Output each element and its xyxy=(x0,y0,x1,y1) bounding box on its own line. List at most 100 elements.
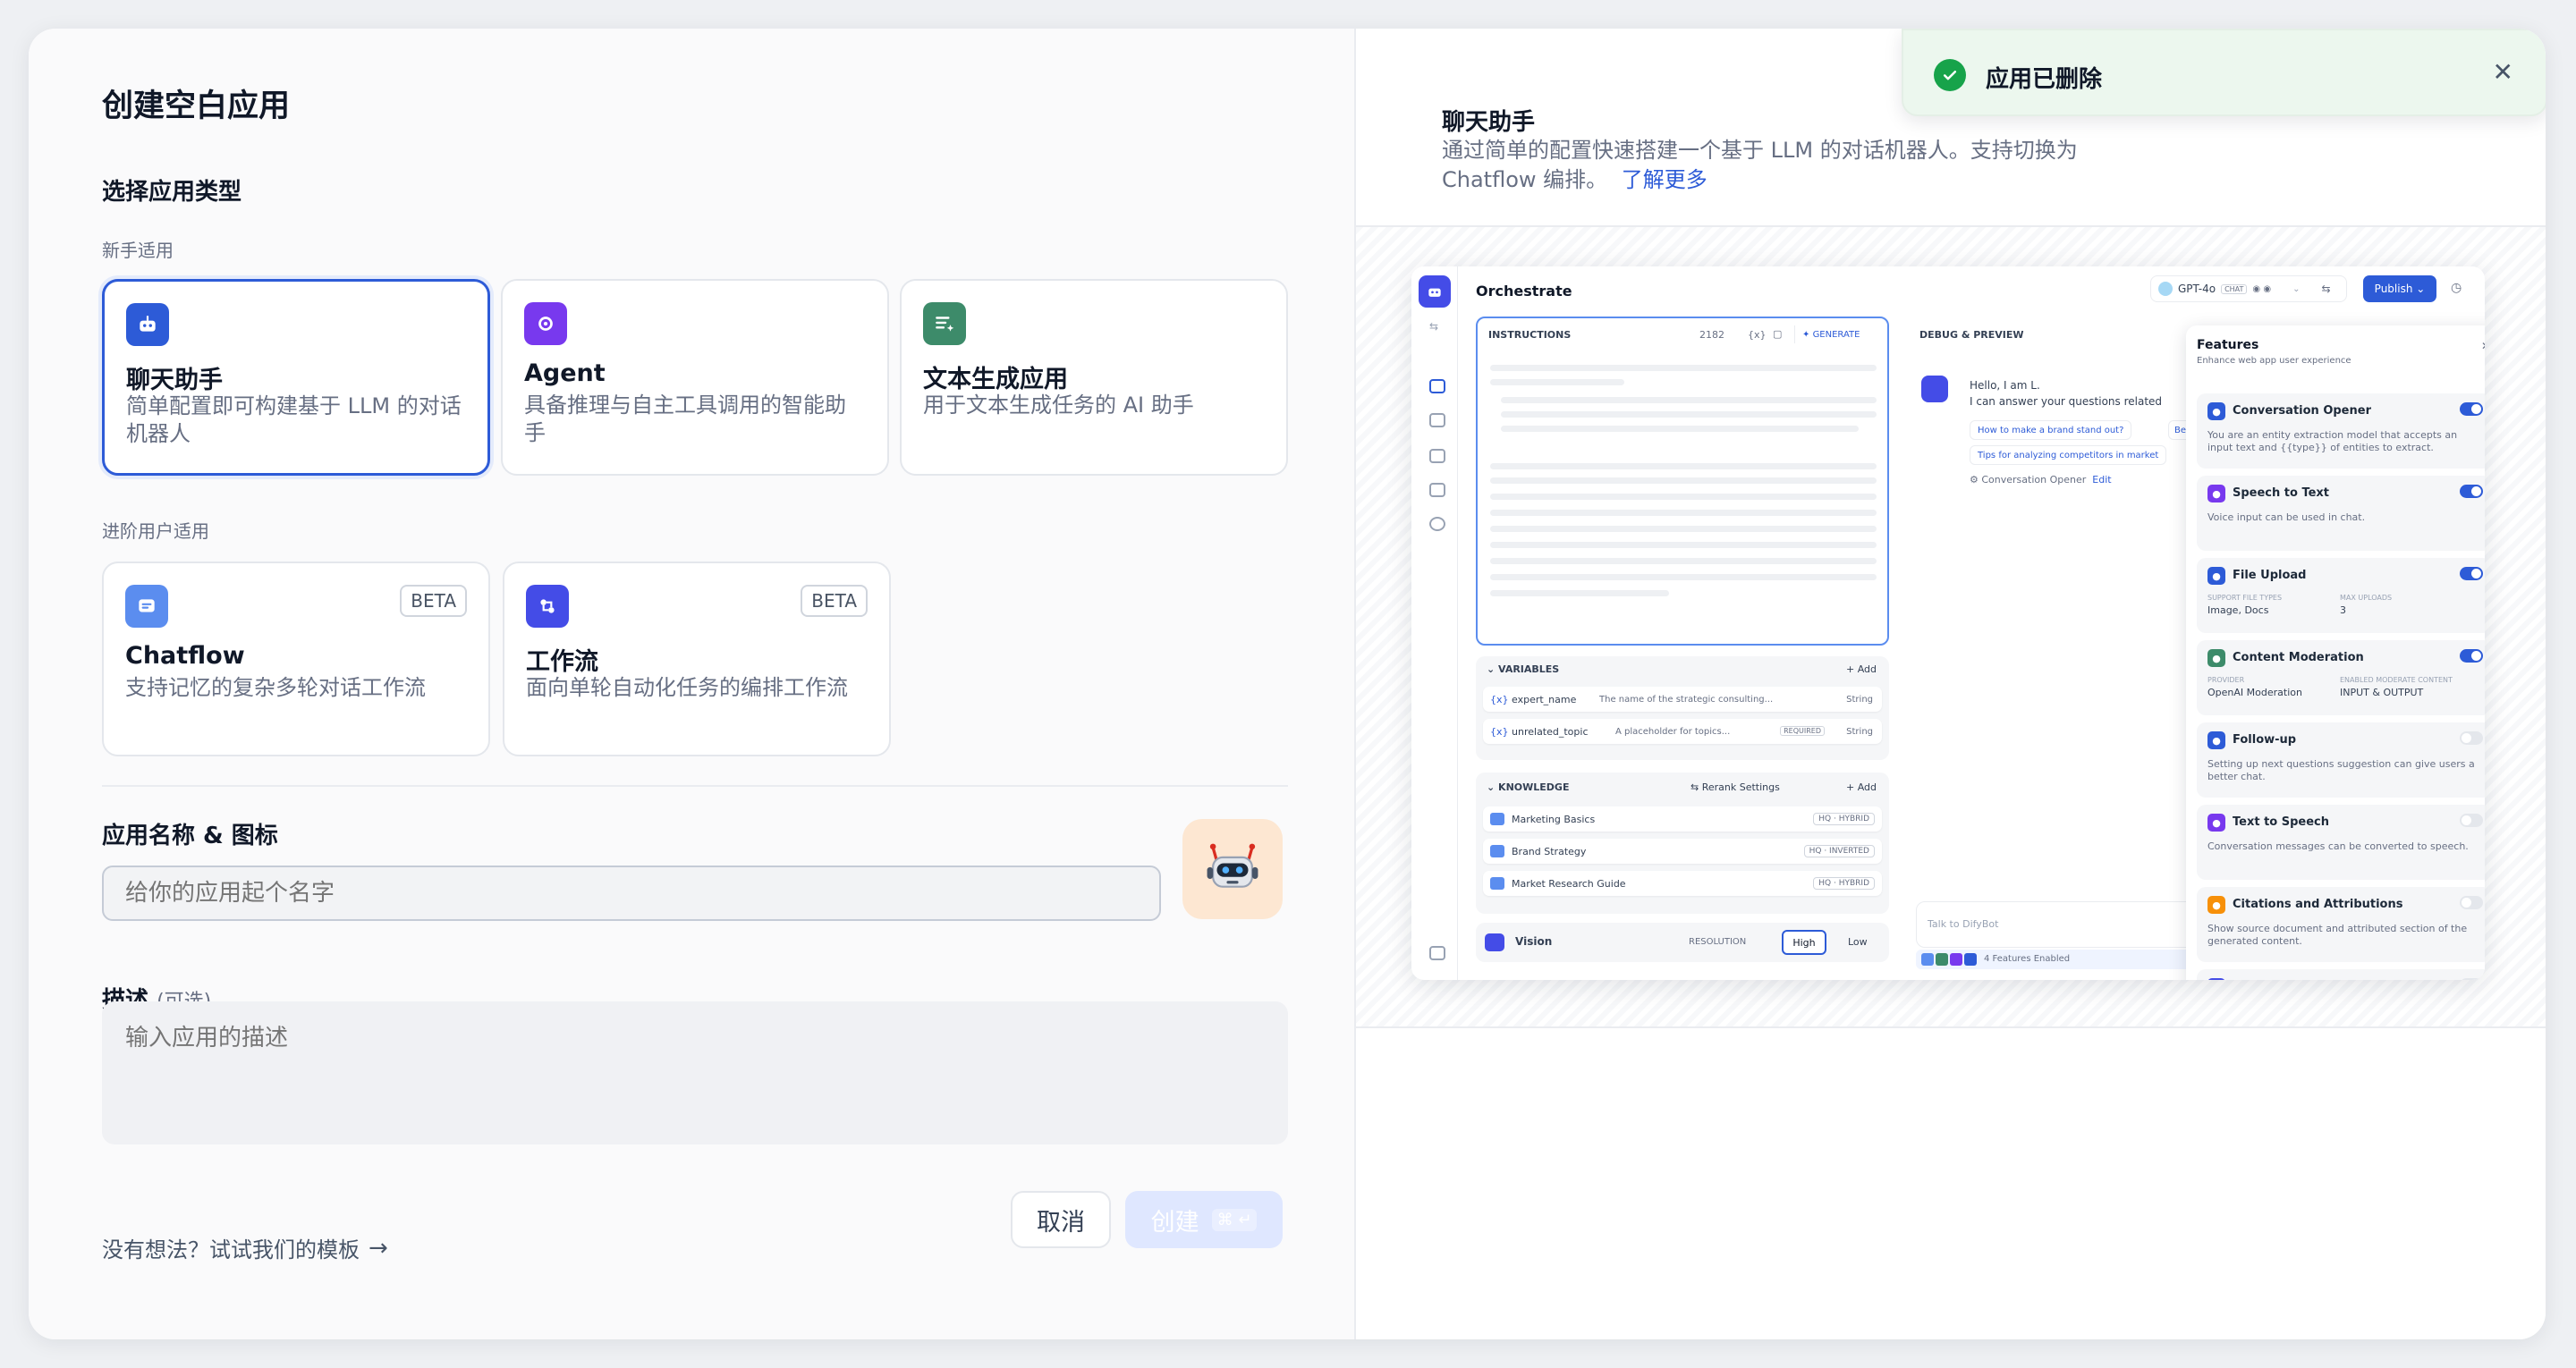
feature-icon xyxy=(1921,953,1934,966)
generate-button: ✦ GENERATE xyxy=(1794,325,1867,343)
preview-description-text: 通过简单的配置快速搭建一个基于 LLM 的对话机器人。支持切换为 Chatflo… xyxy=(1442,138,2078,192)
template-link-text: 没有想法？试试我们的模板 xyxy=(102,1237,360,1262)
variable-name-text: expert_name xyxy=(1512,694,1577,705)
feature-desc: Show source document and attributed sect… xyxy=(2207,923,2468,947)
app-name-input[interactable] xyxy=(102,866,1161,921)
feature-icon xyxy=(1964,953,1977,966)
feature-toggle xyxy=(2460,978,2483,980)
variable-type: String xyxy=(1846,727,1873,737)
dataset-tag: HQ · HYBRID xyxy=(1813,877,1875,890)
template-link[interactable]: 没有想法？试试我们的模板 → xyxy=(102,1232,388,1263)
publish-label: Publish xyxy=(2374,283,2413,295)
create-button-label: 创建 xyxy=(1150,1208,1199,1237)
variables-label: ⌄ VARIABLES xyxy=(1487,663,1560,675)
features-title: Features xyxy=(2197,338,2259,352)
variables-panel: ⌄ VARIABLES + Add {x} expert_name The na… xyxy=(1476,656,1889,760)
feature-key: ENABLED MODERATE CONTENT xyxy=(2340,676,2453,684)
description-textarea[interactable] xyxy=(102,1001,1288,1144)
feature-item: ● Follow-up Setting up next questions sugg… xyxy=(2197,722,2485,798)
variable-type: String xyxy=(1846,695,1873,705)
feature-name: File Upload xyxy=(2233,569,2307,582)
feature-value: OpenAI Moderation xyxy=(2207,687,2302,698)
feature-item: ● File Upload SUPPORT FILE TYPES Image, Doc… xyxy=(2197,558,2485,633)
beginner-label: 新手适用 xyxy=(102,240,174,261)
type-desc: 简单配置即可构建基于 LLM 的对话机器人 xyxy=(126,393,462,446)
type-card-chat-assistant[interactable]: 聊天助手 简单配置即可构建基于 LLM 的对话机器人 xyxy=(102,279,490,476)
vision-label: Vision xyxy=(1515,935,1553,948)
create-button[interactable]: 创建 ⌘ ↵ xyxy=(1125,1191,1283,1248)
suggested-question: How to make a brand stand out? xyxy=(1970,420,2132,440)
feature-item: ● Text to Speech Conversation messages can… xyxy=(2197,805,2485,880)
model-capability-icons: ◉ ◉ xyxy=(2252,283,2272,294)
dataset-icon xyxy=(1490,845,1504,857)
feature-toggle xyxy=(2460,731,2483,745)
feature-icon: ● xyxy=(2207,402,2225,420)
feature-value: 3 xyxy=(2340,604,2346,616)
feature-desc: You are an entity extraction model that … xyxy=(2207,429,2458,453)
app-avatar-icon xyxy=(1419,275,1451,308)
feature-key: PROVIDER xyxy=(2207,676,2245,684)
openai-icon xyxy=(2158,282,2173,296)
feature-name: Content Moderation xyxy=(2233,651,2364,664)
feature-item: ● Speech to Text Voice input can be used i… xyxy=(2197,476,2485,551)
feature-toggle xyxy=(2460,402,2483,416)
dataset-tag: HQ · INVERTED xyxy=(1803,845,1875,857)
chat-input: Talk to DifyBot xyxy=(1916,901,2202,948)
workflow-icon xyxy=(526,585,569,628)
preview-title: 聊天助手 xyxy=(1442,109,1536,136)
resolution-low: Low xyxy=(1848,936,1868,948)
variables-label-text: VARIABLES xyxy=(1498,663,1560,675)
preview-panel: 聊天助手 通过简单的配置快速搭建一个基于 LLM 的对话机器人。支持切换为 Ch… xyxy=(1354,29,2546,1339)
dataset-name: Marketing Basics xyxy=(1512,814,1596,825)
variable-row: {x} expert_name The name of the strategi… xyxy=(1483,687,1882,712)
add-variable-button: + Add xyxy=(1845,663,1877,675)
knowledge-label-text: KNOWLEDGE xyxy=(1498,781,1570,793)
feature-key: SUPPORT FILE TYPES xyxy=(2207,594,2283,602)
variable-desc: A placeholder for topics... xyxy=(1615,727,1731,737)
create-app-modal: 创建空白应用 选择应用类型 新手适用 聊天助手 简单配置即可构建基于 LLM 的… xyxy=(29,29,2546,1339)
type-card-agent[interactable]: Agent 具备推理与自主工具调用的智能助手 xyxy=(501,279,889,476)
feature-item: ● Conversation Opener You are an entity ex… xyxy=(2197,393,2485,469)
type-card-workflow[interactable]: BETA 工作流 面向单轮自动化任务的编排工作流 xyxy=(503,562,891,756)
feature-desc: Setting up next questions suggestion can… xyxy=(2207,758,2475,782)
variable-name: {x} expert_name xyxy=(1490,694,1577,705)
modal-title: 创建空白应用 xyxy=(102,89,291,124)
feature-key: MAX UPLOADS xyxy=(2340,594,2393,602)
cancel-button[interactable]: 取消 xyxy=(1011,1191,1111,1248)
type-title: Agent xyxy=(524,359,606,387)
annotation-nav-icon xyxy=(1429,483,1445,497)
chat-bot-icon xyxy=(126,303,169,346)
knowledge-label: ⌄ KNOWLEDGE xyxy=(1487,781,1570,793)
feature-item: ● Content Moderation PROVIDER OpenAI Modera… xyxy=(2197,640,2485,715)
select-type-heading: 选择应用类型 xyxy=(102,179,242,206)
app-icon-picker[interactable] xyxy=(1182,819,1283,919)
feature-toggle xyxy=(2460,896,2483,909)
feature-icon xyxy=(1936,953,1948,966)
feature-icon: ● xyxy=(2207,649,2225,667)
add-label: Add xyxy=(1857,663,1877,675)
learn-more-link[interactable]: 了解更多 xyxy=(1622,167,1707,192)
collapse-sidebar-icon xyxy=(1429,946,1445,960)
model-tag: CHAT xyxy=(2221,283,2248,294)
orchestrate-nav-icon xyxy=(1429,379,1445,393)
orchestrate-header: Orchestrate xyxy=(1476,283,1572,300)
type-card-chatflow[interactable]: BETA Chatflow 支持记忆的复杂多轮对话工作流 xyxy=(102,562,490,756)
knowledge-row: Brand Strategy HQ · INVERTED xyxy=(1483,839,1882,864)
dataset-icon xyxy=(1490,877,1504,890)
rerank-label: Rerank Settings xyxy=(1701,781,1780,793)
feature-desc: Conversation messages can be converted t… xyxy=(2207,840,2469,852)
add-knowledge-button: + Add xyxy=(1845,781,1877,793)
close-icon: ✕ xyxy=(2481,340,2485,352)
variable-row: {x} unrelated_topic A placeholder for to… xyxy=(1483,719,1882,744)
vision-panel: Vision RESOLUTION High Low xyxy=(1476,923,1889,962)
name-label: 应用名称 & 图标 xyxy=(102,823,278,849)
beta-badge: BETA xyxy=(400,585,467,617)
eye-icon xyxy=(1485,933,1504,951)
opener-label: Conversation Opener xyxy=(1981,474,2087,486)
type-card-text-generation[interactable]: 文本生成应用 用于文本生成任务的 AI 助手 xyxy=(900,279,1288,476)
robot-icon xyxy=(1207,843,1258,888)
dataset-icon xyxy=(1490,813,1504,825)
close-toast-icon[interactable]: ✕ xyxy=(2493,57,2513,87)
feature-item: ●Annotation Reply xyxy=(2197,969,2485,980)
knowledge-row: Marketing Basics HQ · HYBRID xyxy=(1483,806,1882,832)
